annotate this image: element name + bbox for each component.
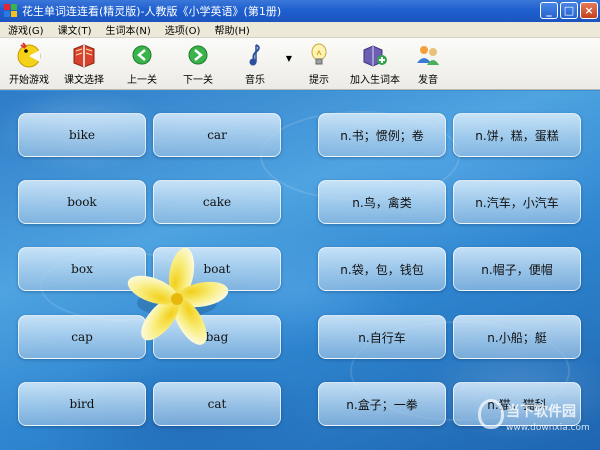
dropdown-arrow-icon: ▼: [285, 53, 293, 63]
meaning-card[interactable]: n.袋，包，钱包: [318, 247, 446, 291]
hint-button[interactable]: 提示: [294, 38, 344, 90]
minimize-button[interactable]: _: [540, 2, 558, 19]
meaning-card[interactable]: n.自行车: [318, 315, 446, 359]
meaning-card[interactable]: n.盒子；一拳: [318, 382, 446, 426]
hint-label: 提示: [309, 75, 329, 86]
pronounce-label: 发音: [418, 75, 438, 86]
maximize-button[interactable]: □: [560, 2, 578, 19]
lightbulb-icon: [305, 41, 333, 69]
add-wordbook-button[interactable]: 加入生词本: [344, 38, 406, 90]
start-game-label: 开始游戏: [9, 75, 49, 86]
prev-level-button[interactable]: 上一关: [114, 38, 170, 90]
title-bar[interactable]: 花生单词连连看(精灵版)-人教版《小学英语》(第1册) _ □ ×: [0, 0, 600, 22]
word-card[interactable]: cake: [153, 180, 281, 224]
word-card[interactable]: bird: [18, 382, 146, 426]
menu-game[interactable]: 游戏(G): [8, 22, 44, 37]
menu-wordbook[interactable]: 生词本(N): [105, 22, 150, 37]
meaning-card[interactable]: n.鸟，禽类: [318, 180, 446, 224]
next-level-label: 下一关: [183, 75, 213, 86]
word-card[interactable]: cat: [153, 382, 281, 426]
lesson-select-label: 课文选择: [64, 75, 104, 86]
menu-help[interactable]: 帮助(H): [214, 22, 249, 37]
arrow-left-icon: [128, 41, 156, 69]
music-label: 音乐: [245, 75, 265, 86]
word-card[interactable]: car: [153, 113, 281, 157]
menu-options[interactable]: 选项(O): [165, 22, 201, 37]
music-note-icon: [241, 41, 269, 69]
meaning-card[interactable]: n.饼，糕，蛋糕: [453, 113, 581, 157]
add-wordbook-label: 加入生词本: [350, 75, 400, 86]
music-button[interactable]: 音乐: [226, 38, 284, 90]
music-dropdown[interactable]: ▼: [284, 32, 294, 84]
site-watermark: 当下软件园 www.downxia.com: [478, 395, 598, 449]
toolbar: 开始游戏 课文选择 上一关 下一关 音乐 ▼ 提示 加入生词本 发音: [0, 38, 600, 90]
word-card[interactable]: book: [18, 180, 146, 224]
menu-bar: 游戏(G) 课文(T) 生词本(N) 选项(O) 帮助(H): [0, 22, 600, 38]
book-icon: [70, 41, 98, 69]
meaning-card[interactable]: n.帽子，便帽: [453, 247, 581, 291]
watermark-logo-icon: [478, 399, 504, 429]
start-game-button[interactable]: 开始游戏: [4, 38, 54, 90]
meaning-card[interactable]: n.小船；艇: [453, 315, 581, 359]
next-level-button[interactable]: 下一关: [170, 38, 226, 90]
pronounce-button[interactable]: 发音: [406, 38, 450, 90]
word-card[interactable]: bike: [18, 113, 146, 157]
plumeria-flower-icon: [105, 241, 245, 356]
arrow-right-icon: [184, 41, 212, 69]
app-window: 花生单词连连看(精灵版)-人教版《小学英语》(第1册) _ □ × 游戏(G) …: [0, 0, 600, 450]
meaning-card[interactable]: n.汽车，小汽车: [453, 180, 581, 224]
lesson-select-button[interactable]: 课文选择: [54, 38, 114, 90]
menu-lesson[interactable]: 课文(T): [58, 22, 92, 37]
watermark-title: 当下软件园: [506, 404, 576, 420]
prev-level-label: 上一关: [127, 75, 157, 86]
game-board: bike car n.书；惯例；卷 n.饼，糕，蛋糕 book cake n.鸟…: [0, 91, 600, 450]
window-title: 花生单词连连看(精灵版)-人教版《小学英语》(第1册): [22, 5, 282, 18]
add-book-icon: [361, 41, 389, 69]
app-logo-icon: [4, 4, 18, 18]
close-button[interactable]: ×: [580, 2, 598, 19]
smiley-pac-icon: [15, 41, 43, 69]
meaning-card[interactable]: n.书；惯例；卷: [318, 113, 446, 157]
watermark-url: www.downxia.com: [506, 423, 590, 433]
speaker-people-icon: [414, 41, 442, 69]
